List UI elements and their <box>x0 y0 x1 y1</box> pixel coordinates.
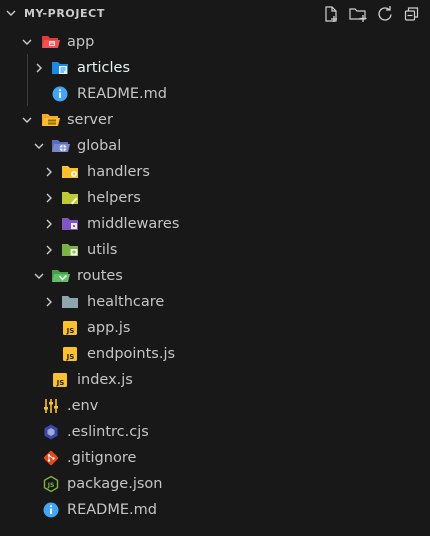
folder-middlewares-icon <box>61 215 79 233</box>
chevron-down-icon <box>19 34 35 50</box>
tree-item-global[interactable]: global <box>0 133 430 159</box>
tree-item-label: helpers <box>87 190 141 206</box>
folder-global-open-icon <box>51 137 70 155</box>
folder-handlers-icon <box>61 163 79 181</box>
js-icon: JS <box>61 345 79 363</box>
tree-item-gitignore[interactable]: .gitignore <box>0 445 430 471</box>
tree-item-label: index.js <box>77 372 133 388</box>
tree-item-label: package.json <box>67 476 163 492</box>
tree-item-server[interactable]: server <box>0 107 430 133</box>
chevron-down-icon <box>19 112 35 128</box>
tree-item-middlewares[interactable]: middlewares <box>0 211 430 237</box>
tree-item-label: app.js <box>87 320 131 336</box>
chevron-down-icon <box>31 138 47 154</box>
git-icon <box>42 449 60 467</box>
svg-text:JS: JS <box>56 379 65 387</box>
svg-text:JS: JS <box>66 327 75 335</box>
tree-item-endpoints-js[interactable]: JS endpoints.js <box>0 341 430 367</box>
tree-item-label: endpoints.js <box>87 346 176 362</box>
folder-gray-icon <box>61 293 79 311</box>
tree-item-label: global <box>77 138 122 154</box>
eslint-icon <box>42 423 60 441</box>
tree-item-label: healthcare <box>87 294 165 310</box>
explorer-actions <box>321 3 422 25</box>
tree-item-app-js[interactable]: JS app.js <box>0 315 430 341</box>
tree-item-package-json[interactable]: JS package.json <box>0 471 430 497</box>
tree-item-label: .gitignore <box>67 450 137 466</box>
folder-utils-icon <box>61 241 79 259</box>
tree-item-label: README.md <box>67 502 157 518</box>
tree-item-readme[interactable]: README.md <box>0 497 430 523</box>
info-icon <box>51 85 69 103</box>
chevron-right-icon <box>41 294 57 310</box>
tree-item-label: server <box>67 112 113 128</box>
tree-item-healthcare[interactable]: healthcare <box>0 289 430 315</box>
tree-item-label: utils <box>87 242 118 258</box>
settings-sliders-icon <box>42 397 60 415</box>
info-icon <box>42 501 60 519</box>
js-icon: JS <box>61 319 79 337</box>
explorer-header[interactable]: MY-PROJECT <box>0 0 430 28</box>
collapse-all-icon[interactable] <box>402 4 422 24</box>
folder-helpers-icon <box>61 189 79 207</box>
svg-text:JS: JS <box>47 482 55 489</box>
chevron-right-icon <box>41 164 57 180</box>
folder-app-open-icon <box>41 33 60 51</box>
tree-item-label: routes <box>77 268 123 284</box>
chevron-right-icon <box>31 60 47 76</box>
chevron-right-icon <box>41 242 57 258</box>
chevron-down-icon <box>31 268 47 284</box>
chevron-down-icon[interactable] <box>3 5 19 21</box>
new-folder-icon[interactable] <box>348 4 368 24</box>
svg-text:JS: JS <box>66 353 75 361</box>
tree-item-label: .eslintrc.cjs <box>67 424 149 440</box>
tree-item-readme[interactable]: README.md <box>0 81 430 107</box>
tree-item-utils[interactable]: utils <box>0 237 430 263</box>
folder-server-open-icon <box>41 111 60 129</box>
tree-item-label: app <box>67 34 95 50</box>
new-file-icon[interactable] <box>321 4 341 24</box>
tree-item-label: README.md <box>77 86 167 102</box>
tree-item-articles[interactable]: articles <box>0 55 430 81</box>
tree-item-helpers[interactable]: helpers <box>0 185 430 211</box>
refresh-icon[interactable] <box>375 4 395 24</box>
chevron-right-icon <box>41 216 57 232</box>
chevron-right-icon <box>41 190 57 206</box>
tree-item-label: middlewares <box>87 216 180 232</box>
tree-item-label: .env <box>67 398 99 414</box>
folder-blue-icon <box>51 59 69 77</box>
folder-routes-open-icon <box>51 267 70 285</box>
tree-item-env[interactable]: .env <box>0 393 430 419</box>
js-icon: JS <box>51 371 69 389</box>
tree-item-label: handlers <box>87 164 150 180</box>
tree-item-eslintrc[interactable]: .eslintrc.cjs <box>0 419 430 445</box>
tree-item-index-js[interactable]: JS index.js <box>0 367 430 393</box>
tree-item-app[interactable]: app <box>0 29 430 55</box>
nodejs-icon: JS <box>42 475 60 493</box>
tree-item-label: articles <box>77 60 131 76</box>
tree-item-routes[interactable]: routes <box>0 263 430 289</box>
project-title: MY-PROJECT <box>24 7 105 20</box>
tree-item-handlers[interactable]: handlers <box>0 159 430 185</box>
